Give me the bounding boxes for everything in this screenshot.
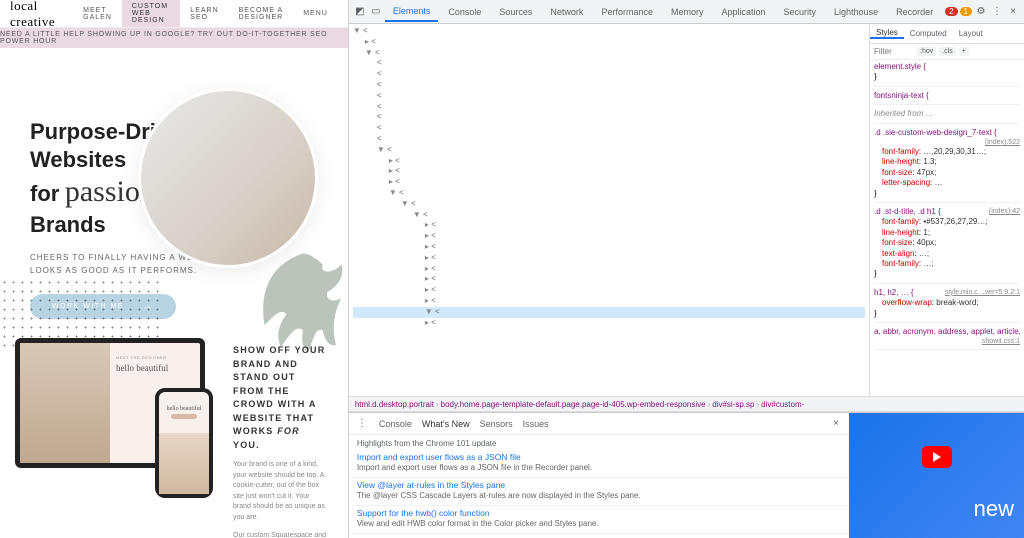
hero-photo-circle [138, 88, 318, 268]
close-icon[interactable]: × [1006, 5, 1020, 19]
section2-title: SHOW OFF YOUR BRAND AND STAND OUT FROM T… [233, 344, 328, 452]
tab-network[interactable]: Network [542, 3, 591, 21]
devtools-drawer: ⋮ Console What's New Sensors Issues × Hi… [349, 412, 1024, 538]
dom-node[interactable]: ▸ < [353, 156, 865, 167]
hero-title-brands: Brands [30, 212, 106, 237]
dom-node[interactable]: < [353, 58, 865, 69]
add-rule-chip[interactable]: + [959, 47, 969, 56]
dom-node[interactable]: < [353, 112, 865, 123]
tab-performance[interactable]: Performance [593, 3, 661, 21]
highlights-heading: Highlights from the Chrome 101 update [349, 435, 849, 450]
styles-sidebar: Styles Computed Layout :hov .cls + eleme… [869, 24, 1024, 396]
showcase-section: MEET THE DESIGNER hello beautiful hello … [0, 338, 348, 538]
drawer-menu-icon[interactable]: ⋮ [355, 417, 369, 431]
device-mockup: MEET THE DESIGNER hello beautiful hello … [15, 338, 215, 498]
dom-node[interactable]: ▸ < [353, 318, 865, 329]
device-toggle-icon[interactable]: ▭ [369, 5, 383, 19]
dom-node[interactable]: < [353, 69, 865, 80]
youtube-play-icon[interactable] [922, 446, 952, 468]
dom-node[interactable]: ▸ < [353, 285, 865, 296]
site-nav: local creative MEET GALEN CUSTOM WEB DES… [0, 0, 348, 28]
hov-chip[interactable]: :hov [917, 47, 936, 56]
dom-node[interactable]: ▸ < [353, 37, 865, 48]
nav-learn-seo[interactable]: LEARN SEO [180, 0, 228, 27]
computed-tab[interactable]: Computed [904, 29, 953, 38]
section2-para1: Your brand is one of a kind, your websit… [233, 460, 328, 523]
error-count-badge[interactable]: 2 [945, 7, 957, 16]
highlight-item[interactable]: View @layer at-rules in the Styles paneT… [349, 478, 849, 506]
mockup-script: hello beautiful [116, 363, 194, 373]
nav-become-designer[interactable]: BECOME A DESIGNER [229, 0, 294, 27]
dom-node[interactable]: ▸ < [353, 220, 865, 231]
dom-node[interactable]: < [353, 80, 865, 91]
brand-logo[interactable]: local creative [10, 0, 55, 30]
dom-node[interactable]: ▸ < [353, 231, 865, 242]
drawer-tab-sensors[interactable]: Sensors [480, 419, 513, 429]
more-menu-icon[interactable]: ⋮ [990, 5, 1004, 19]
dom-node[interactable]: ▸ < [353, 264, 865, 275]
highlight-item[interactable]: Import and export user flows as a JSON f… [349, 450, 849, 478]
dom-node[interactable]: < [353, 102, 865, 113]
hero-title-for: for [30, 181, 59, 206]
tab-lighthouse[interactable]: Lighthouse [826, 3, 886, 21]
drawer-tab-whatsnew[interactable]: What's New [422, 419, 470, 429]
mockup-label: MEET THE DESIGNER [116, 355, 194, 360]
section2-para2: Our custom Squarespace and Showit websit… [233, 531, 328, 538]
layout-tab[interactable]: Layout [953, 29, 989, 38]
dom-node[interactable]: ▼ < [353, 188, 865, 199]
cls-chip[interactable]: .cls [939, 47, 956, 56]
tab-security[interactable]: Security [776, 3, 825, 21]
devtools-panel: ◩ ▭ Elements Console Sources Network Per… [348, 0, 1024, 538]
website-preview: local creative MEET GALEN CUSTOM WEB DES… [0, 0, 348, 538]
styles-tab[interactable]: Styles [870, 28, 904, 39]
elements-tree[interactable]: ▼ <▸ <▼ <<<<<<<<<▼ <▸ <▸ <▸ <▼ <▼ <▼ <▸ … [349, 24, 869, 396]
devtools-tabbar: ◩ ▭ Elements Console Sources Network Per… [349, 0, 1024, 24]
dom-node[interactable]: ▸ < [353, 177, 865, 188]
tab-console[interactable]: Console [440, 3, 489, 21]
nav-custom-web-design[interactable]: CUSTOM WEB DESIGN [122, 0, 180, 27]
dom-node[interactable]: ▸ < [353, 242, 865, 253]
dom-node[interactable]: ▼ < [353, 26, 865, 37]
dom-node[interactable]: ▸ < [353, 274, 865, 285]
dom-node[interactable]: ▼ < [353, 210, 865, 221]
dom-node[interactable]: ▼ < [353, 199, 865, 210]
highlight-item[interactable]: Support for the hwb() color functionView… [349, 506, 849, 534]
dom-node[interactable]: ▼ < [353, 307, 865, 318]
dom-node[interactable]: < [353, 123, 865, 134]
dom-node[interactable]: < [353, 91, 865, 102]
dom-node[interactable]: ▸ < [353, 166, 865, 177]
promo-banner[interactable]: NEED A LITTLE HELP SHOWING UP IN GOOGLE?… [0, 28, 348, 48]
tab-elements[interactable]: Elements [385, 2, 439, 22]
styles-rules-list[interactable]: element.style {}fontsninja-text {</span>… [870, 60, 1024, 356]
highlights-list: Import and export user flows as a JSON f… [349, 450, 849, 534]
tab-sources[interactable]: Sources [491, 3, 540, 21]
nav-menu[interactable]: MENU [293, 0, 338, 27]
drawer-close-icon[interactable]: × [829, 417, 843, 431]
dom-node[interactable]: ▸ < [353, 253, 865, 264]
warning-count-badge[interactable]: 1 [960, 7, 972, 16]
tab-recorder[interactable]: Recorder [888, 3, 941, 21]
dom-node[interactable]: < [353, 134, 865, 145]
nav-meet-galen[interactable]: MEET GALEN [73, 0, 122, 27]
hero-section: Purpose-Driven Websites for passionate B… [0, 48, 348, 338]
tab-memory[interactable]: Memory [663, 3, 712, 21]
phone-mockup: hello beautiful [155, 388, 213, 498]
settings-gear-icon[interactable]: ⚙ [974, 5, 988, 19]
dom-node[interactable]: ▸ < [353, 296, 865, 307]
dom-node[interactable]: ▼ < [353, 145, 865, 156]
drawer-tab-console[interactable]: Console [379, 419, 412, 429]
styles-filter-input[interactable] [874, 47, 914, 56]
dom-breadcrumb[interactable]: html.d.desktop.portrait› body.home.page-… [349, 396, 1024, 412]
dom-node[interactable]: ▼ < [353, 48, 865, 59]
drawer-tab-issues[interactable]: Issues [523, 419, 549, 429]
inspect-icon[interactable]: ◩ [353, 5, 367, 19]
whats-new-promo[interactable]: new [849, 413, 1024, 538]
tab-application[interactable]: Application [713, 3, 773, 21]
